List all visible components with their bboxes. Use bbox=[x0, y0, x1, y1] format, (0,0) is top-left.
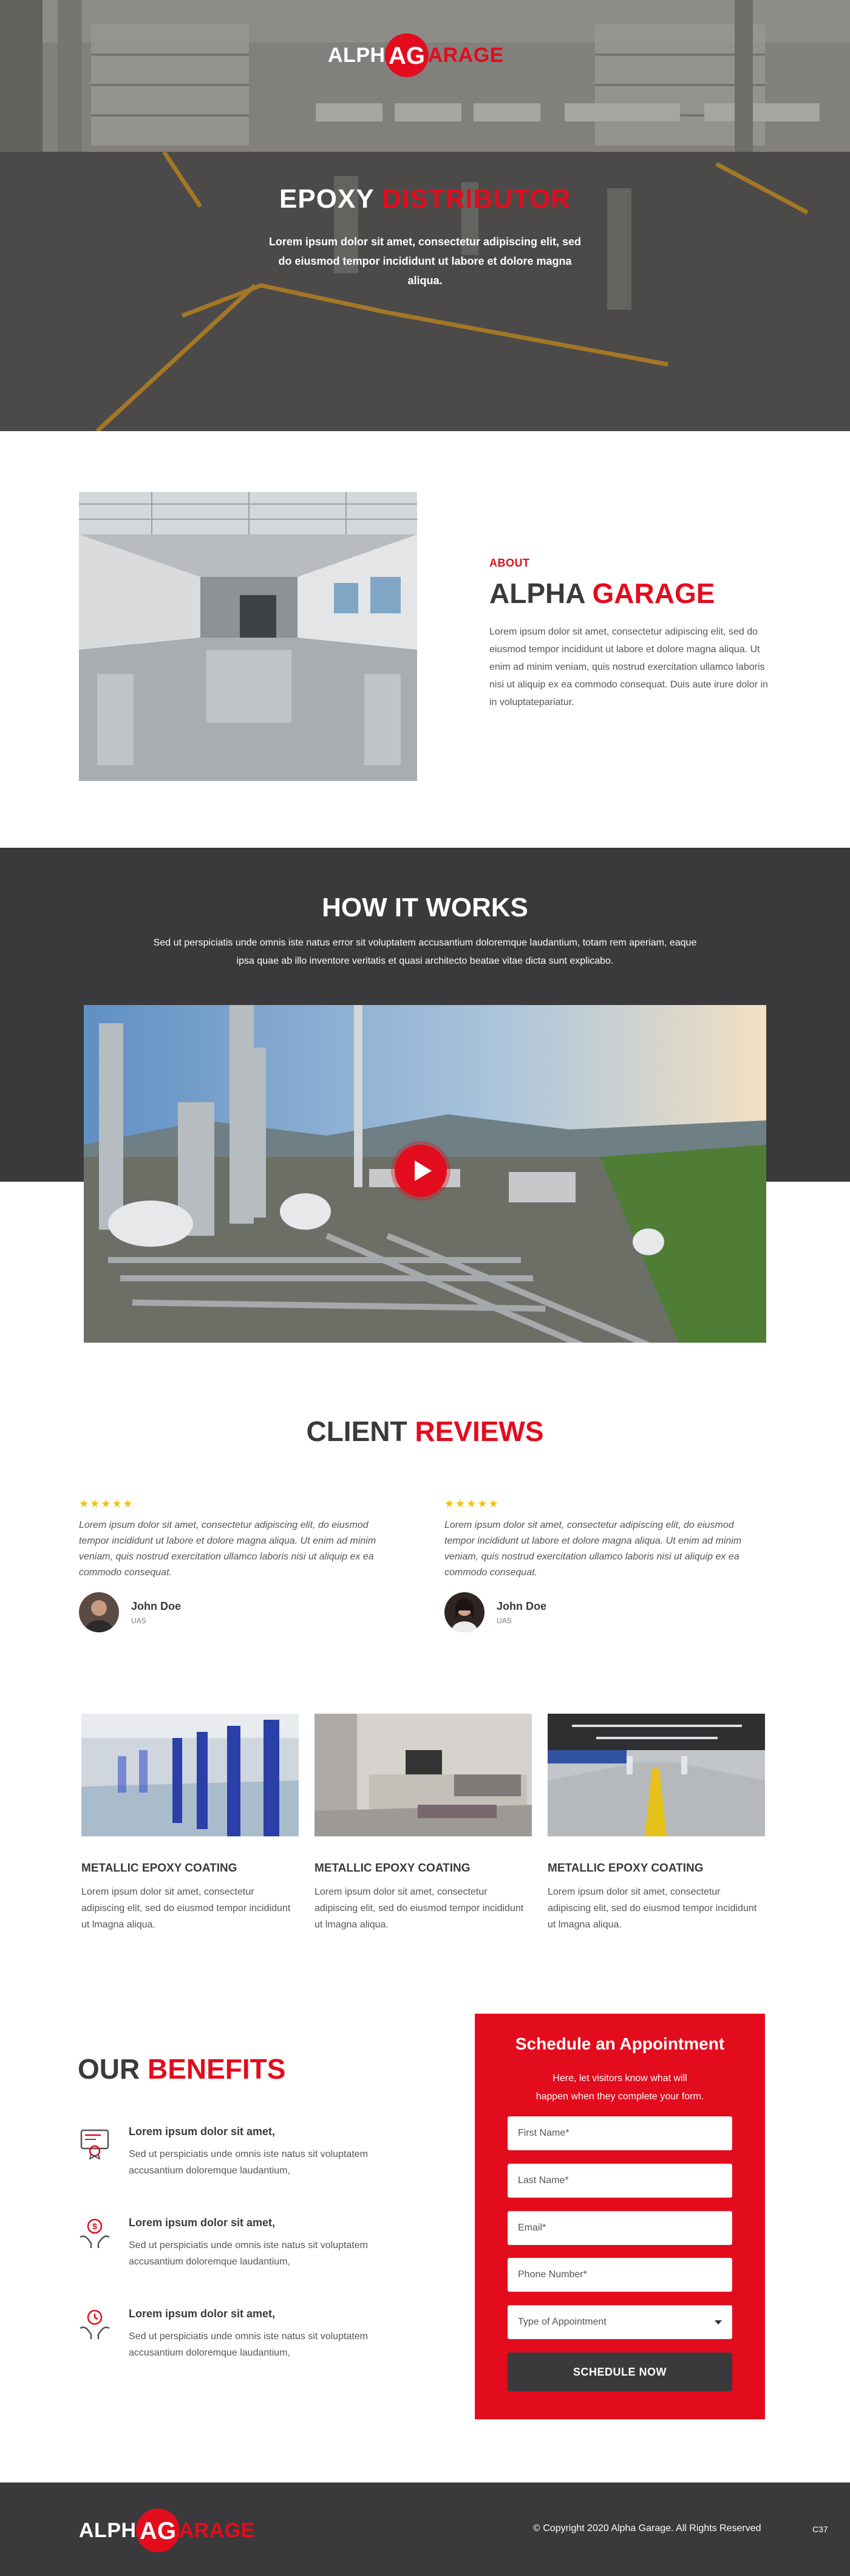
money-hands-icon: $ bbox=[80, 2218, 110, 2248]
reviewer: John Doe UAS bbox=[79, 1592, 181, 1632]
star-rating: ★★★★★ bbox=[444, 1498, 500, 1510]
review-text: Lorem ipsum dolor sit amet, consectetur … bbox=[444, 1520, 742, 1578]
about-title: ALPHA GARAGE bbox=[489, 577, 715, 610]
benefits-title-red: BENEFITS bbox=[148, 2053, 286, 2085]
service-card[interactable]: METALLIC EPOXY COATING Lorem ipsum dolor… bbox=[81, 1714, 299, 1933]
reviewer-name: John Doe bbox=[497, 1600, 547, 1612]
service-title: METALLIC EPOXY COATING bbox=[81, 1862, 237, 1875]
review-card: ★★★★★ Lorem ipsum dolor sit amet, consec… bbox=[444, 1498, 766, 1632]
benefit-item: Lorem ipsum dolor sit amet, Sed ut persp… bbox=[78, 2308, 418, 2374]
time-hands-icon bbox=[80, 2309, 110, 2339]
phone-input[interactable] bbox=[508, 2258, 732, 2292]
benefit-text: Sed ut perspiciatis unde omnis iste natu… bbox=[129, 2240, 368, 2267]
about-warehouse-image bbox=[79, 492, 417, 781]
about-title-red: GARAGE bbox=[592, 578, 715, 609]
reviewer-location: UAS bbox=[131, 1616, 146, 1625]
footer-logo[interactable]: ALPH AG ARAGE bbox=[79, 2507, 255, 2554]
benefits-title-dark: OUR bbox=[78, 2053, 148, 2085]
email-input[interactable] bbox=[508, 2211, 732, 2245]
copyright-text: © Copyright 2020 Alpha Garage. All Right… bbox=[533, 2523, 761, 2533]
benefit-text: Sed ut perspiciatis unde omnis iste natu… bbox=[129, 2149, 368, 2176]
ag-logo-mark-icon: AG bbox=[384, 33, 429, 77]
hero-text: Lorem ipsum dolor sit amet, consectetur … bbox=[268, 236, 582, 287]
benefit-title: Lorem ipsum dolor sit amet, bbox=[129, 2217, 276, 2229]
logo-text-alpha: ALPH bbox=[328, 43, 386, 67]
benefit-title: Lorem ipsum dolor sit amet, bbox=[129, 2308, 276, 2320]
about-title-dark: ALPHA bbox=[489, 578, 593, 609]
hero-title-red: DISTRIBUTOR bbox=[382, 184, 571, 214]
logo-mark-letters: AG bbox=[140, 2518, 176, 2544]
hero-section: ALPH AG ARAGE EPOXY DISTRIBUTOR Lorem ip… bbox=[0, 0, 850, 431]
schedule-now-button[interactable]: SCHEDULE NOW bbox=[508, 2353, 732, 2391]
hero-title: EPOXY DISTRIBUTOR bbox=[0, 184, 850, 214]
service-text: Lorem ipsum dolor sit amet, consectetur … bbox=[314, 1887, 524, 1930]
logo-text-arage: ARAGE bbox=[427, 43, 504, 67]
avatar bbox=[444, 1592, 484, 1632]
service-text: Lorem ipsum dolor sit amet, consectetur … bbox=[81, 1887, 291, 1930]
service-title: METALLIC EPOXY COATING bbox=[548, 1862, 704, 1875]
certificate-icon bbox=[80, 2129, 109, 2159]
service-card[interactable]: METALLIC EPOXY COATING Lorem ipsum dolor… bbox=[548, 1714, 765, 1933]
appointment-title: Schedule an Appointment bbox=[515, 2034, 725, 2053]
avatar bbox=[79, 1592, 119, 1632]
reviewer: John Doe UAS bbox=[444, 1592, 546, 1632]
service-text: Lorem ipsum dolor sit amet, consectetur … bbox=[548, 1887, 757, 1930]
review-card: ★★★★★ Lorem ipsum dolor sit amet, consec… bbox=[79, 1498, 401, 1632]
last-name-input[interactable] bbox=[508, 2164, 732, 2198]
benefit-item: $ Lorem ipsum dolor sit amet, Sed ut per… bbox=[78, 2217, 418, 2283]
how-it-works-text: Sed ut perspiciatis unde omnis iste natu… bbox=[153, 938, 697, 966]
benefits-title: OUR BENEFITS bbox=[78, 2053, 285, 2085]
logo-text-alpha: ALPH bbox=[79, 2518, 137, 2542]
review-text: Lorem ipsum dolor sit amet, consectetur … bbox=[79, 1520, 376, 1578]
appointment-type-select[interactable]: Type of Appointment bbox=[508, 2305, 732, 2339]
star-rating: ★★★★★ bbox=[79, 1498, 134, 1510]
reviews-title-dark: CLIENT bbox=[306, 1416, 415, 1447]
service-image bbox=[81, 1714, 299, 1836]
how-it-works-title: HOW IT WORKS bbox=[322, 893, 528, 922]
about-text: Lorem ipsum dolor sit amet, consectetur … bbox=[489, 627, 768, 707]
logo-mark-letters: AG bbox=[389, 43, 425, 69]
reviewer-location: UAS bbox=[497, 1616, 512, 1625]
play-icon bbox=[415, 1160, 432, 1181]
service-card[interactable]: METALLIC EPOXY COATING Lorem ipsum dolor… bbox=[314, 1714, 532, 1933]
benefit-item: Lorem ipsum dolor sit amet, Sed ut persp… bbox=[78, 2125, 418, 2192]
benefit-text: Sed ut perspiciatis unde omnis iste natu… bbox=[129, 2331, 368, 2358]
reviews-title-red: REVIEWS bbox=[415, 1416, 544, 1447]
play-video-button[interactable] bbox=[395, 1145, 447, 1197]
service-image bbox=[314, 1714, 532, 1836]
benefit-title: Lorem ipsum dolor sit amet, bbox=[129, 2125, 276, 2138]
chevron-down-icon bbox=[715, 2320, 722, 2325]
footer-code: C37 bbox=[812, 2524, 828, 2534]
hero-title-white: EPOXY bbox=[279, 184, 382, 214]
appointment-subtitle: Here, let visitors know what will happen… bbox=[536, 2073, 704, 2102]
reviews-title: CLIENT REVIEWS bbox=[0, 1415, 850, 1448]
reviewer-name: John Doe bbox=[131, 1600, 182, 1612]
about-eyebrow: ABOUT bbox=[489, 557, 530, 569]
ag-logo-mark-icon: AG bbox=[135, 2509, 180, 2552]
service-image bbox=[548, 1714, 765, 1836]
first-name-input[interactable] bbox=[508, 2116, 732, 2150]
service-title: METALLIC EPOXY COATING bbox=[314, 1862, 471, 1875]
appointment-type-value: Type of Appointment bbox=[518, 2317, 607, 2327]
brand-logo[interactable]: ALPH AG ARAGE bbox=[328, 32, 504, 79]
svg-text:$: $ bbox=[92, 2221, 97, 2231]
logo-text-arage: ARAGE bbox=[178, 2518, 255, 2542]
